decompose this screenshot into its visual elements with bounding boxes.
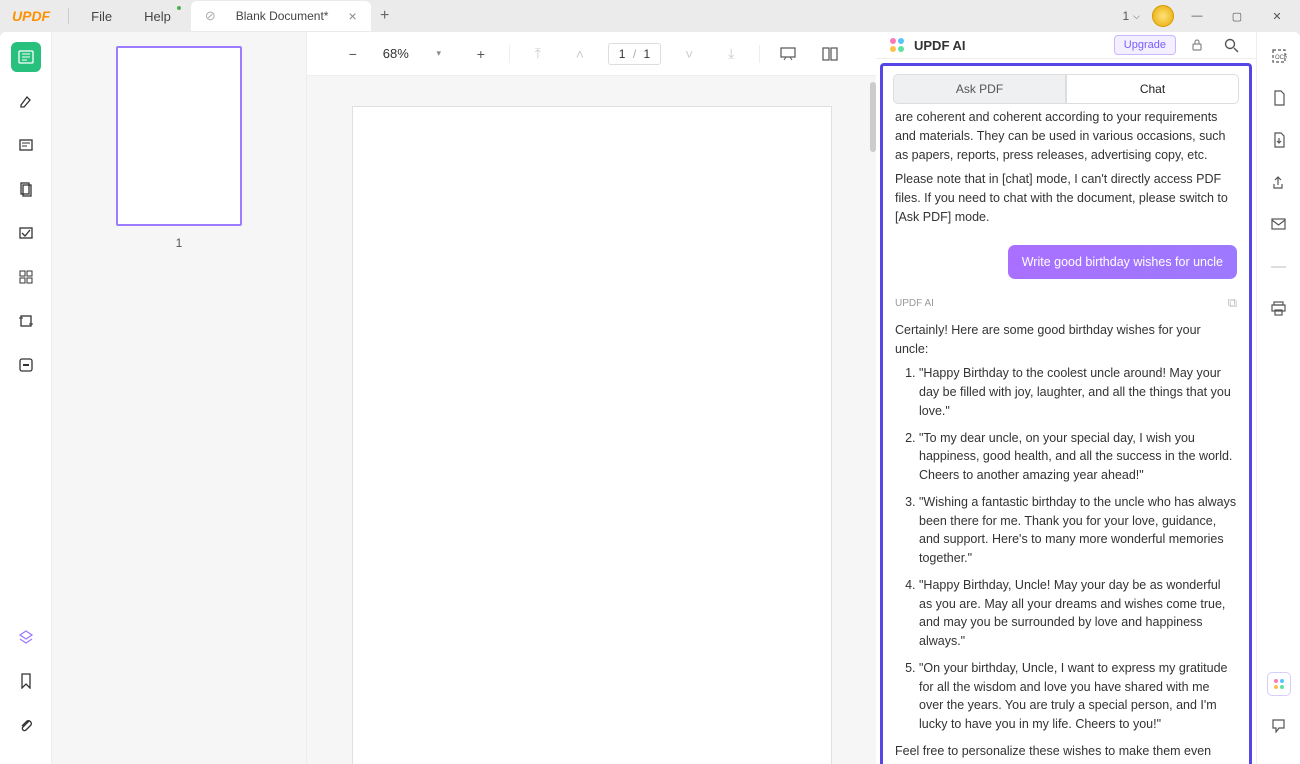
- attachment-tool[interactable]: [11, 710, 41, 740]
- wish-item: "To my dear uncle, on your special day, …: [919, 429, 1237, 485]
- zoom-value[interactable]: 68%: [381, 46, 411, 61]
- document-area: − 68% ▾ + ⤒ ˄ 1 / 1 ˅ ⤓: [307, 32, 876, 764]
- highlight-tool[interactable]: [11, 86, 41, 116]
- window-minimize-button[interactable]: —: [1180, 3, 1214, 29]
- updf-ai-logo-icon: [888, 36, 906, 54]
- chat-scroll-area[interactable]: are coherent and coherent according to y…: [883, 104, 1249, 764]
- ai-chat-container: Ask PDF Chat are coherent and coherent a…: [880, 63, 1252, 764]
- right-tool-rail: OCR —: [1256, 32, 1300, 764]
- menu-file-label: File: [91, 9, 112, 24]
- separator: [68, 8, 69, 24]
- ai-intro-line2: Please note that in [chat] mode, I can't…: [895, 170, 1237, 226]
- page-sep: /: [633, 47, 636, 61]
- search-icon[interactable]: [1218, 32, 1244, 58]
- document-canvas[interactable]: [307, 76, 876, 764]
- menu-help-label: Help: [144, 9, 171, 24]
- redact-tool[interactable]: [11, 350, 41, 380]
- share-icon[interactable]: [1267, 170, 1291, 194]
- new-tab-button[interactable]: +: [371, 7, 399, 25]
- app-logo: UPDF: [0, 8, 62, 24]
- tab-title: Blank Document*: [236, 9, 329, 23]
- form-tool[interactable]: [11, 218, 41, 248]
- zoom-in-button[interactable]: +: [467, 40, 495, 68]
- bookmark-tool[interactable]: [11, 666, 41, 696]
- view-mode-button[interactable]: [816, 40, 844, 68]
- zoom-out-button[interactable]: −: [339, 40, 367, 68]
- ocr-icon[interactable]: OCR: [1267, 44, 1291, 68]
- organize-tool[interactable]: [11, 262, 41, 292]
- scrollbar-thumb[interactable]: [870, 82, 876, 152]
- document-tab[interactable]: ⊘ Blank Document* ×: [191, 1, 371, 31]
- menu-help[interactable]: Help: [128, 0, 187, 32]
- titlebar: UPDF File Help ⊘ Blank Document* × + 1⌵ …: [0, 0, 1300, 32]
- email-icon[interactable]: [1267, 212, 1291, 236]
- page-total: 1: [644, 47, 651, 61]
- left-tool-rail: [0, 32, 52, 764]
- menu-file[interactable]: File: [75, 0, 128, 32]
- comment-icon[interactable]: [1267, 714, 1291, 738]
- print-icon[interactable]: [1267, 296, 1291, 320]
- layers-tool[interactable]: [11, 622, 41, 652]
- ai-intro-message: are coherent and coherent according to y…: [895, 108, 1237, 227]
- notification-dot-icon: [177, 6, 181, 10]
- next-page-button[interactable]: ˅: [675, 40, 703, 68]
- ai-response-outro: Feel free to personalize these wishes to…: [895, 742, 1237, 764]
- ai-assistant-icon[interactable]: [1267, 672, 1291, 696]
- wish-item: "Happy Birthday, Uncle! May your day be …: [919, 576, 1237, 651]
- user-avatar[interactable]: [1152, 5, 1174, 27]
- minimize-line-icon[interactable]: —: [1267, 254, 1291, 278]
- reader-tool[interactable]: [11, 42, 41, 72]
- view-toolbar: − 68% ▾ + ⤒ ˄ 1 / 1 ˅ ⤓: [307, 32, 876, 76]
- ai-mode-tabs: Ask PDF Chat: [883, 66, 1249, 104]
- thumbnail-label: 1: [66, 236, 292, 250]
- ai-intro-line1: are coherent and coherent according to y…: [895, 108, 1237, 164]
- export-file-icon[interactable]: [1267, 128, 1291, 152]
- ai-title: UPDF AI: [914, 38, 966, 53]
- convert-icon[interactable]: [1267, 86, 1291, 110]
- edit-tool[interactable]: [11, 130, 41, 160]
- page-thumbnail[interactable]: [116, 46, 242, 226]
- window-close-button[interactable]: ✕: [1260, 3, 1294, 29]
- first-page-button[interactable]: ⤒: [524, 40, 552, 68]
- page-tool[interactable]: [11, 174, 41, 204]
- thumbnail-panel: 1: [52, 32, 307, 764]
- wish-item: "Wishing a fantastic birthday to the unc…: [919, 493, 1237, 568]
- wish-list: "Happy Birthday to the coolest uncle aro…: [895, 364, 1237, 734]
- last-page-button[interactable]: ⤓: [717, 40, 745, 68]
- ai-sender-label: UPDF AI: [895, 296, 934, 311]
- prev-page-button[interactable]: ˄: [566, 40, 594, 68]
- crop-tool[interactable]: [11, 306, 41, 336]
- window-maximize-button[interactable]: ▢: [1220, 3, 1254, 29]
- page-indicator[interactable]: 1 / 1: [608, 43, 661, 65]
- window-count-label: 1: [1122, 9, 1129, 23]
- ai-response-intro: Certainly! Here are some good birthday w…: [895, 321, 1237, 359]
- tab-ask-pdf[interactable]: Ask PDF: [893, 74, 1066, 104]
- chevron-down-icon: ⌵: [1133, 11, 1140, 22]
- ai-response: Certainly! Here are some good birthday w…: [895, 321, 1237, 764]
- ai-panel: UPDF AI Upgrade Ask PDF Chat are coheren…: [876, 32, 1256, 764]
- ai-header: UPDF AI Upgrade: [876, 32, 1256, 59]
- upgrade-button[interactable]: Upgrade: [1114, 35, 1176, 55]
- page-current: 1: [619, 47, 626, 61]
- wish-item: "Happy Birthday to the coolest uncle aro…: [919, 364, 1237, 420]
- lock-icon[interactable]: [1184, 32, 1210, 58]
- window-count[interactable]: 1⌵: [1116, 7, 1146, 25]
- copy-icon[interactable]: ⧉: [1228, 293, 1237, 313]
- document-page[interactable]: [352, 106, 832, 764]
- tab-chat[interactable]: Chat: [1066, 74, 1239, 104]
- tab-doc-icon: ⊘: [205, 8, 216, 24]
- presentation-button[interactable]: [774, 40, 802, 68]
- tab-close-button[interactable]: ×: [348, 8, 356, 24]
- wish-item: "On your birthday, Uncle, I want to expr…: [919, 659, 1237, 734]
- svg-text:OCR: OCR: [1275, 55, 1287, 61]
- user-message: Write good birthday wishes for uncle: [1008, 245, 1237, 280]
- zoom-dropdown[interactable]: ▾: [425, 40, 453, 68]
